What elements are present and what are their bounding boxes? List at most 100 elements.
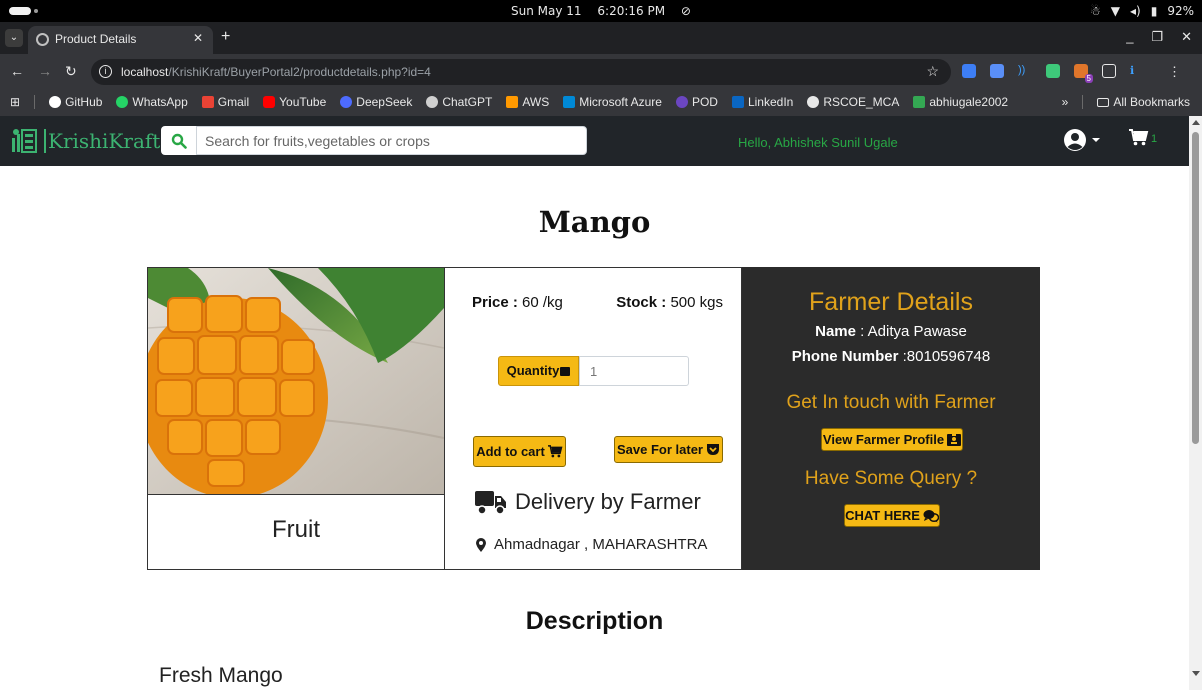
bookmarks-bar: ⊞ GitHub WhatsApp Gmail YouTube DeepSeek… <box>0 90 1202 116</box>
cart-count-badge: 1 <box>1151 133 1158 145</box>
deepseek-icon <box>340 96 353 108</box>
new-tab-button[interactable]: + <box>221 28 230 46</box>
bookmark-label: Gmail <box>217 95 250 109</box>
aws-icon <box>506 96 519 108</box>
search-button[interactable] <box>161 126 196 155</box>
bookmark-label: ChatGPT <box>442 95 493 109</box>
bookmark-label: AWS <box>522 95 550 109</box>
cart-icon[interactable] <box>1129 129 1149 151</box>
browser-menu-icon[interactable]: ⋮ <box>1168 64 1182 79</box>
bookmarks-overflow[interactable]: » <box>1062 95 1069 109</box>
forward-icon[interactable]: → <box>38 63 52 79</box>
chat-here-button[interactable]: CHAT HERE <box>844 504 940 527</box>
url-omnibox[interactable]: i localhost/KrishiKraft/BuyerPortal2/pro… <box>91 59 951 85</box>
apps-grid-icon[interactable]: ⊞ <box>10 95 20 109</box>
user-greeting: Hello, Abhishek Sunil Ugale <box>738 135 898 150</box>
site-logo[interactable]: KrishiKraft <box>10 128 160 154</box>
user-account-icon[interactable] <box>1063 128 1087 157</box>
extension-badge: 5 <box>1084 74 1093 83</box>
site-info-icon[interactable]: i <box>99 65 112 78</box>
extension-icon[interactable]: )) <box>1018 64 1032 78</box>
bookmark-label: Microsoft Azure <box>579 95 662 109</box>
linkedin-icon <box>731 96 744 108</box>
tab-search-button[interactable]: ⌄ <box>5 29 23 47</box>
google-drive-icon <box>913 96 926 108</box>
bookmark-label: abhiugale2002 <box>929 95 1009 109</box>
location-info: Ahmadnagar , MAHARASHTRA <box>476 536 707 553</box>
bookmark-label: LinkedIn <box>747 95 794 109</box>
cart-icon <box>547 445 563 458</box>
minimize-icon[interactable]: _ <box>1126 29 1133 45</box>
bookmark-star-icon[interactable]: ☆ <box>926 63 939 80</box>
bookmark-aws[interactable]: AWS <box>506 95 549 109</box>
price-text: Price : 60 /kg <box>472 294 563 311</box>
page-scrollbar[interactable] <box>1189 116 1202 690</box>
bookmark-youtube[interactable]: YouTube <box>263 95 326 109</box>
all-bookmarks[interactable]: All Bookmarks <box>1097 95 1190 109</box>
bookmark-label: YouTube <box>279 95 327 109</box>
description-text: Fresh Mango <box>159 664 283 687</box>
search-input[interactable] <box>196 126 587 155</box>
description-heading: Description <box>525 607 664 635</box>
farmer-phone: Phone Number :8010596748 <box>743 348 1039 365</box>
farmer-name-value: : Aditya Pawase <box>860 323 967 340</box>
system-clock[interactable]: Sun May 11 6:20:16 PM ⊘ <box>0 4 1202 18</box>
farmer-phone-label: Phone Number <box>791 348 899 365</box>
scroll-thumb[interactable] <box>1192 132 1199 444</box>
extension-icon[interactable] <box>962 64 976 78</box>
view-farmer-profile-button[interactable]: View Farmer Profile <box>821 428 963 451</box>
bookmark-deepseek[interactable]: DeepSeek <box>340 95 412 109</box>
stock-label: Stock : <box>616 294 667 311</box>
reload-icon[interactable]: ↻ <box>65 63 77 80</box>
volume-icon[interactable]: ◂) <box>1130 4 1141 18</box>
battery-icon[interactable]: ▮ <box>1151 4 1158 18</box>
extension-icon[interactable]: 5 <box>1074 64 1093 83</box>
stock-text: Stock : 500 kgs <box>616 294 723 311</box>
delivery-info: Delivery by Farmer <box>475 489 701 515</box>
farmer-details-heading: Farmer Details <box>809 288 973 316</box>
bookmark-pod[interactable]: POD <box>675 95 718 109</box>
site-navbar: KrishiKraft Hello, Abhishek Sunil Ugale … <box>0 116 1189 166</box>
add-to-cart-button[interactable]: Add to cart <box>473 436 566 467</box>
contact-heading: Get In touch with Farmer <box>786 392 996 413</box>
extensions-puzzle-icon[interactable] <box>1102 64 1116 78</box>
all-bookmarks-label: All Bookmarks <box>1113 95 1190 109</box>
tab-close-icon[interactable]: ✕ <box>193 31 203 45</box>
price-label: Price : <box>472 294 518 311</box>
quantity-input[interactable] <box>579 356 689 386</box>
back-icon[interactable]: ← <box>10 63 24 79</box>
battery-percent: 92% <box>1167 4 1194 18</box>
bookmark-drive[interactable]: abhiugale2002 <box>913 95 1008 109</box>
tab-product-details[interactable]: Product Details ✕ <box>28 26 213 54</box>
product-title: Mango <box>538 205 651 239</box>
extension-icon[interactable] <box>1046 64 1060 78</box>
logo-text: KrishiKraft <box>44 129 160 153</box>
scroll-up-icon[interactable] <box>1192 120 1200 125</box>
bookmark-linkedin[interactable]: LinkedIn <box>731 95 794 109</box>
bookmark-separator <box>1082 95 1084 109</box>
bookmark-label: POD <box>691 95 718 109</box>
scroll-down-icon[interactable] <box>1192 671 1200 676</box>
accessibility-icon[interactable]: ☃ <box>1090 4 1101 18</box>
bookmark-label: WhatsApp <box>132 95 188 109</box>
product-category: Fruit <box>272 516 320 543</box>
restore-icon[interactable]: ❐ <box>1151 29 1163 45</box>
clock-date: Sun May 11 <box>511 4 582 18</box>
wifi-icon[interactable]: ▼ <box>1111 4 1120 18</box>
bookmark-whatsapp[interactable]: WhatsApp <box>116 95 188 109</box>
chevron-down-icon[interactable] <box>1092 138 1100 142</box>
chatgpt-icon <box>426 96 439 108</box>
bookmark-github[interactable]: GitHub <box>49 95 102 109</box>
product-image <box>148 268 444 495</box>
bookmark-rscoe[interactable]: RSCOE_MCA <box>807 95 899 109</box>
extension-icon[interactable] <box>990 64 1004 78</box>
bookmark-label: DeepSeek <box>356 95 413 109</box>
close-window-icon[interactable]: ✕ <box>1181 29 1192 45</box>
bookmark-gmail[interactable]: Gmail <box>201 95 250 109</box>
save-for-later-button[interactable]: Save For later <box>614 436 723 463</box>
youtube-icon <box>263 96 276 108</box>
gmail-icon <box>201 96 214 108</box>
bookmark-azure[interactable]: Microsoft Azure <box>563 95 662 109</box>
profile-icon[interactable]: ℹ <box>1130 64 1154 78</box>
bookmark-chatgpt[interactable]: ChatGPT <box>426 95 492 109</box>
